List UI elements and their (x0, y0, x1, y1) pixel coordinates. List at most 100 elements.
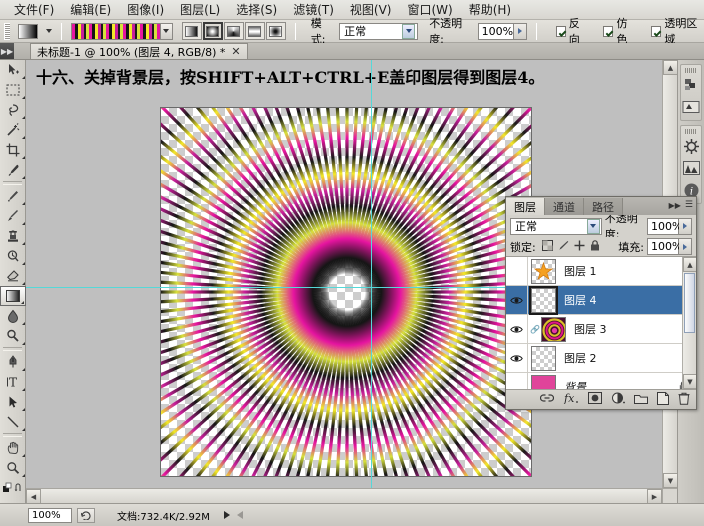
gradient-preset-chevron-icon[interactable] (159, 23, 172, 39)
status-preview-icon[interactable] (77, 507, 95, 523)
menu-image[interactable]: 图像(I) (119, 0, 172, 20)
fill-group[interactable]: 100% (647, 238, 692, 255)
magic-wand-tool[interactable] (0, 120, 26, 140)
gradient-type-angle[interactable] (223, 22, 244, 40)
blend-mode-chevron-down-icon[interactable] (402, 23, 416, 39)
opacity-stepper[interactable] (513, 22, 527, 40)
brush-preset-button[interactable] (681, 96, 701, 118)
tool-preset-chevron-icon[interactable] (45, 29, 52, 33)
crop-tool[interactable] (0, 140, 26, 160)
fill-stepper[interactable] (679, 238, 692, 255)
lock-position-icon[interactable] (574, 240, 585, 254)
opacity-input[interactable]: 100% (477, 22, 514, 40)
lock-transparent-pixels-icon[interactable] (541, 239, 553, 254)
layer-visibility-toggle-1[interactable] (506, 257, 528, 286)
scroll-left-button[interactable]: ◀ (26, 489, 41, 503)
pen-tool[interactable] (0, 352, 26, 372)
history-brush-tool[interactable] (0, 246, 26, 266)
move-tool[interactable] (0, 60, 26, 80)
collapse-panel-icon[interactable]: ▶▶ (669, 201, 681, 210)
trash-icon[interactable] (678, 392, 690, 408)
menu-select[interactable]: 选择(S) (228, 0, 285, 20)
tab-paths[interactable]: 路径 (584, 198, 623, 215)
layer-list[interactable]: 图层 1 图层 4 🔗 图层 3 图层 2 背景 ▲ ▼ (506, 257, 696, 389)
adjustments-panel-button[interactable] (681, 135, 701, 157)
paintbrush-tool[interactable] (0, 206, 26, 226)
options-bar-grip[interactable] (4, 22, 10, 40)
table-row[interactable]: 图层 2 (506, 343, 696, 373)
color-panel-button[interactable] (681, 74, 701, 96)
document-tab[interactable]: 未标题-1 @ 100% (图层 4, RGB/8) * ✕ (30, 43, 248, 59)
hand-tool[interactable] (0, 438, 26, 458)
histogram-panel-button[interactable] (681, 157, 701, 179)
blur-tool[interactable] (0, 306, 26, 326)
layer-opacity-stepper[interactable] (679, 217, 692, 235)
table-row[interactable]: 图层 4 (506, 285, 696, 315)
close-icon[interactable]: ✕ (231, 45, 240, 58)
tab-bar-collapse-icon[interactable]: ▶▶ (0, 43, 14, 59)
layer-visibility-toggle-4[interactable] (506, 343, 528, 373)
right-dock-grip-2[interactable] (685, 129, 697, 134)
scroll-down-button[interactable]: ▼ (663, 473, 677, 488)
gradient-type-radial[interactable] (202, 22, 223, 40)
layer-opacity-group[interactable]: 100% (647, 217, 692, 235)
layer-scroll-down-button[interactable]: ▼ (683, 374, 696, 389)
healing-brush-tool[interactable] (0, 186, 26, 206)
layer-thumbnail-1[interactable] (531, 258, 556, 284)
chain-link-icon[interactable] (539, 393, 555, 406)
dither-checkbox[interactable] (603, 25, 614, 37)
layer-blend-chevron-down-icon[interactable] (586, 218, 600, 234)
blend-mode-select[interactable]: 正常 (339, 22, 419, 40)
layer-scroll-thumb[interactable] (684, 273, 695, 333)
line-tool[interactable] (0, 412, 26, 432)
menu-file[interactable]: 文件(F) (6, 0, 62, 20)
mask-icon[interactable] (588, 392, 602, 407)
menu-layer[interactable]: 图层(L) (172, 0, 228, 20)
layer-blend-mode-select[interactable]: 正常 (510, 217, 602, 235)
gradient-tool[interactable] (0, 286, 26, 306)
clone-stamp-tool[interactable] (0, 226, 26, 246)
layer-visibility-toggle-2[interactable] (506, 285, 528, 315)
rectangular-marquee-tool[interactable] (0, 80, 26, 100)
zoom-tool[interactable] (0, 458, 26, 478)
default-colors-and-swap[interactable] (0, 478, 26, 498)
status-menu-arrow-icon[interactable] (223, 511, 230, 519)
fx-icon[interactable]: fx (563, 392, 579, 407)
gradient-type-diamond[interactable] (265, 22, 286, 40)
table-row[interactable]: 背景 (506, 372, 696, 389)
path-selection-tool[interactable] (0, 392, 26, 412)
layer-thumbnail-2[interactable] (529, 285, 558, 315)
tab-layers[interactable]: 图层 (506, 198, 545, 215)
layer-visibility-toggle-3[interactable] (506, 314, 528, 344)
canvas-horizontal-scrollbar[interactable]: ◀ ▶ (26, 488, 662, 503)
opacity-field-group[interactable]: 100% (477, 22, 527, 40)
scroll-right-button[interactable]: ▶ (647, 489, 662, 503)
eyedropper-tool[interactable] (0, 160, 26, 180)
layer-visibility-toggle-5[interactable] (506, 372, 528, 389)
layer-thumbnail-4[interactable] (531, 345, 556, 371)
layer-thumbnail-5[interactable] (531, 374, 556, 389)
dodge-tool[interactable] (0, 326, 26, 346)
lock-all-icon[interactable] (590, 239, 600, 254)
tab-channels[interactable]: 通道 (545, 198, 584, 215)
half-circle-icon[interactable] (611, 392, 625, 407)
menu-edit[interactable]: 编辑(E) (62, 0, 119, 20)
menu-view[interactable]: 视图(V) (342, 0, 400, 20)
lock-image-pixels-icon[interactable] (558, 240, 569, 254)
reverse-checkbox[interactable] (555, 25, 566, 37)
layer-link-icon[interactable]: 🔗 (530, 325, 540, 334)
type-tool[interactable]: T (0, 372, 26, 392)
table-row[interactable]: 🔗 图层 3 (506, 314, 696, 344)
transparency-checkbox[interactable] (651, 25, 662, 37)
layer-opacity-input[interactable]: 100% (647, 217, 682, 235)
zoom-level-input[interactable]: 100% (28, 507, 72, 523)
eraser-tool[interactable] (0, 266, 26, 286)
new-page-icon[interactable] (657, 391, 669, 408)
document-canvas[interactable] (160, 107, 532, 477)
gradient-preset-picker[interactable] (70, 22, 173, 40)
layer-list-scrollbar[interactable]: ▲ ▼ (682, 257, 696, 389)
panel-menu-icon[interactable]: ☰ (685, 200, 693, 210)
gradient-type-reflected[interactable] (244, 22, 265, 40)
lasso-tool[interactable] (0, 100, 26, 120)
gradient-type-linear[interactable] (181, 22, 202, 40)
